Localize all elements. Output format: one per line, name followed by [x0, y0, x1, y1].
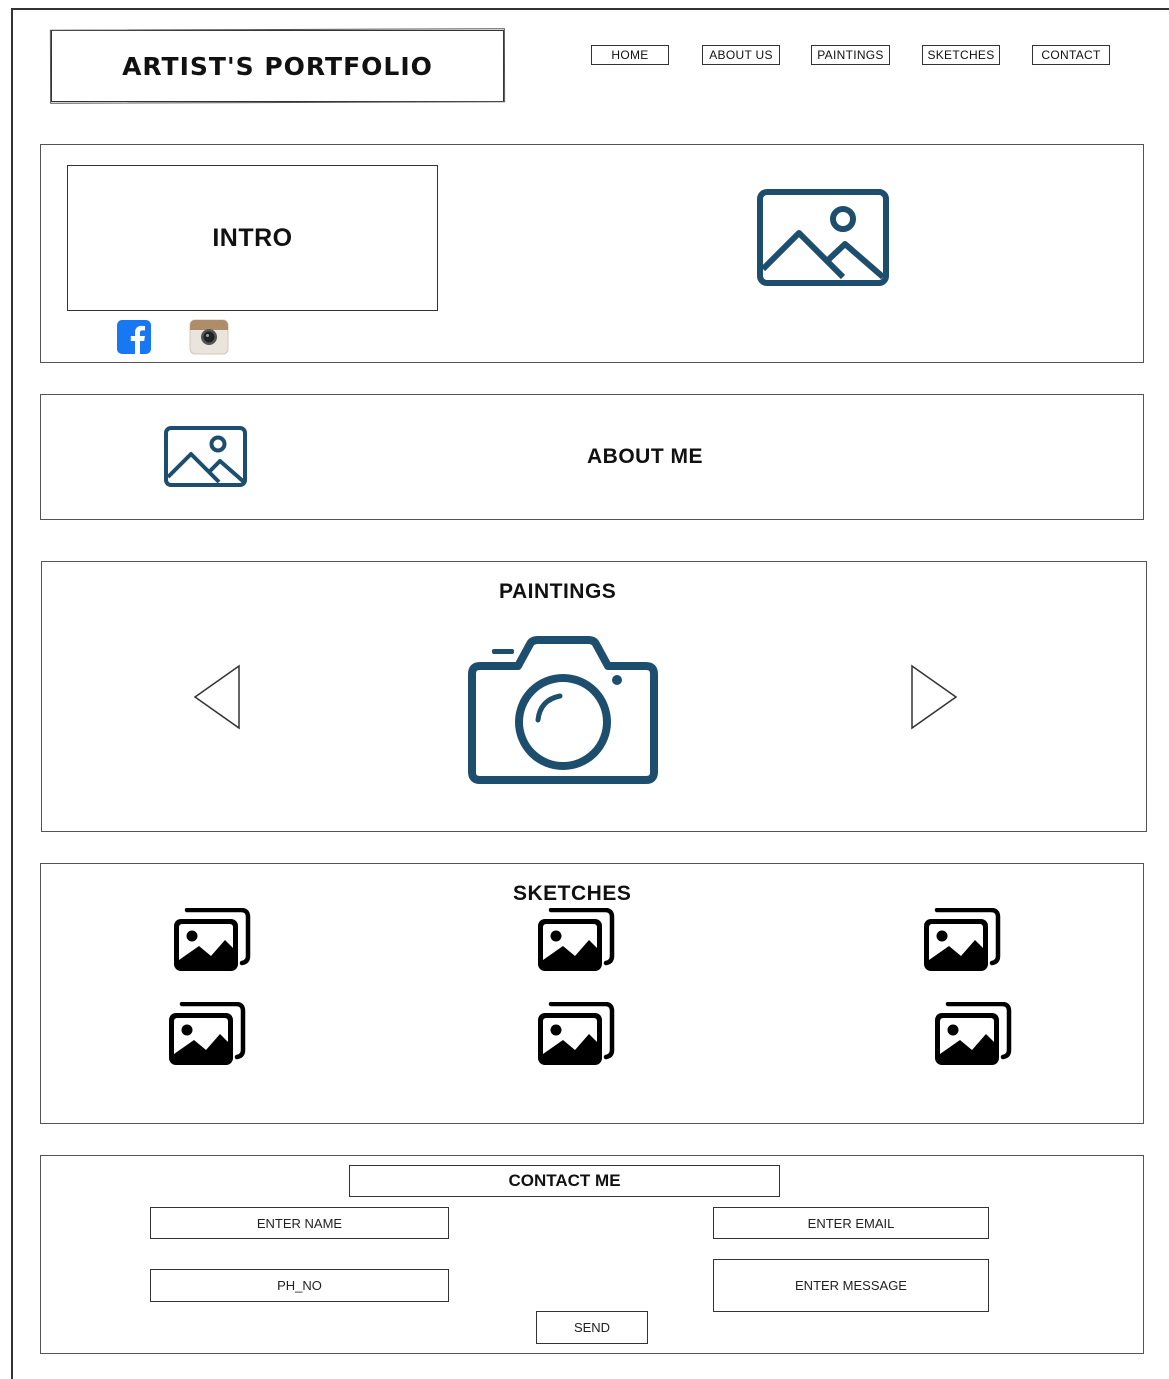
sketch-thumbnail-icon[interactable] [535, 1002, 615, 1068]
nav-sketches[interactable]: SKETCHES [922, 45, 1000, 65]
nav-home[interactable]: HOME [591, 45, 669, 65]
facebook-icon[interactable] [117, 320, 151, 354]
message-input[interactable]: ENTER MESSAGE [713, 1259, 989, 1312]
image-placeholder-icon [757, 189, 889, 286]
chevron-left-icon[interactable] [193, 664, 241, 730]
paintings-title: PAINTINGS [499, 580, 617, 603]
sketch-thumbnail-icon[interactable] [932, 1002, 1012, 1068]
about-image-icon [164, 426, 247, 487]
nav-contact[interactable]: CONTACT [1032, 45, 1110, 65]
chevron-right-icon[interactable] [910, 664, 958, 730]
nav-about-us[interactable]: ABOUT US [702, 45, 780, 65]
camera-icon[interactable] [468, 636, 658, 784]
instagram-icon[interactable] [189, 319, 229, 355]
name-input[interactable]: ENTER NAME [150, 1207, 449, 1239]
sketch-thumbnail-icon[interactable] [921, 908, 1001, 974]
sketch-thumbnail-icon[interactable] [535, 908, 615, 974]
sketch-thumbnail-icon[interactable] [171, 908, 251, 974]
site-logo[interactable]: ARTIST'S PORTFOLIO [51, 30, 504, 102]
page-frame-left [11, 8, 13, 1379]
page-frame-top [11, 8, 1169, 10]
sketches-title: SKETCHES [513, 882, 632, 905]
send-button[interactable]: SEND [536, 1311, 648, 1344]
intro-title: INTRO [67, 165, 438, 311]
nav-paintings[interactable]: PAINTINGS [811, 45, 890, 65]
sketch-thumbnail-icon[interactable] [166, 1002, 246, 1068]
email-input[interactable]: ENTER EMAIL [713, 1207, 989, 1239]
phone-input[interactable]: PH_NO [150, 1269, 449, 1302]
contact-title: CONTACT ME [349, 1165, 780, 1197]
about-title: ABOUT ME [587, 445, 703, 468]
